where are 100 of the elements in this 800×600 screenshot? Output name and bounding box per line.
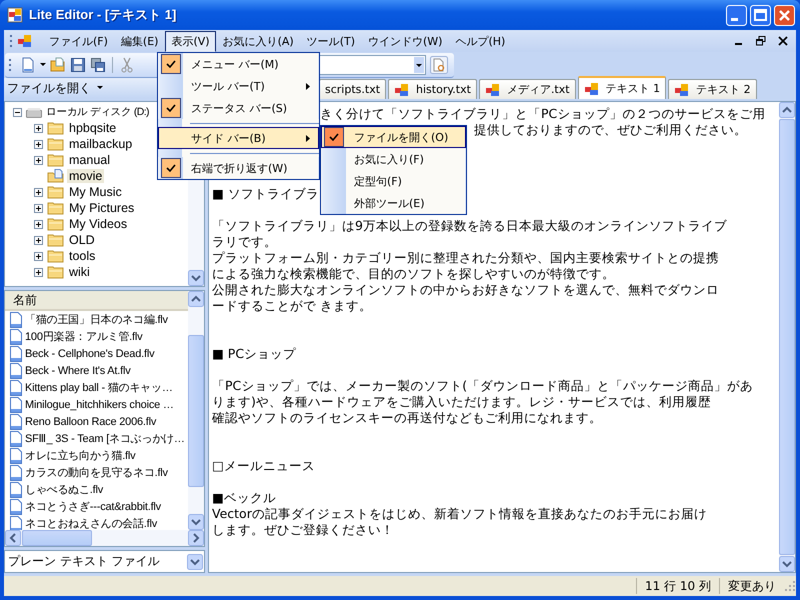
menu-item[interactable]: 表示(V) [165,30,216,52]
cursor-position: 11 行 10 列 [636,578,719,594]
restore-icon[interactable] [756,36,766,46]
maximize-button[interactable] [750,4,771,26]
folder-icon [47,137,65,151]
menu-option[interactable]: サイド バー(B) [158,127,319,149]
scroll-down-icon[interactable] [188,270,204,286]
document-tab[interactable]: scripts.txt [319,79,386,99]
menu-option[interactable]: メニュー バー(M) [158,53,319,75]
collapse-icon[interactable] [13,108,22,116]
file-name[interactable]: Reno Balloon Race 2006.flv [25,416,156,428]
file-name[interactable]: Minilogue_hitchhikers choice … [25,398,174,410]
menu-option[interactable]: ステータス バー(S) [158,97,319,119]
menu-item[interactable]: ツール(T) [300,30,361,52]
file-name[interactable]: ネコとうさぎ---cat&rabbit.flv [25,499,161,514]
new-document-icon[interactable] [20,56,36,72]
window-title: Lite Editor - [テキスト 1] [29,6,178,24]
text-line: ードすることがで きます。 [212,298,372,313]
scroll-up-icon[interactable] [779,102,795,118]
file-icon [9,328,23,344]
tree-item[interactable]: hpbqsite [67,121,118,135]
tree-item[interactable]: wiki [67,265,92,279]
menu-option[interactable]: ツール バー(T) [158,75,319,97]
scroll-thumb[interactable] [188,334,204,486]
file-name[interactable]: 100円楽器：アルミ管.flv [25,329,142,344]
tree-item[interactable]: ローカル ディスク (D:) [44,105,151,119]
folder-icon [47,185,65,199]
tree-item[interactable]: OLD [67,233,97,247]
expand-icon[interactable] [34,268,43,276]
text-line: □メールニュース [212,458,315,473]
text-line: 公開された膨大なオンラインソフトの中からお好きなソフトを選んで、無料でダウンロ [212,282,719,297]
file-name[interactable]: Kittens play ball - 猫のキャッ… [25,380,173,395]
resize-grip-icon[interactable] [784,580,796,592]
expand-icon[interactable] [34,188,43,196]
tree-item[interactable]: My Pictures [67,201,136,215]
file-name[interactable]: SFⅢ_ 3S - Team [ネコぶっかけ… [25,431,185,446]
search-icon[interactable] [430,56,448,74]
text-line: 「PCショップ」では、メーカー製のソフト(「ダウンロード商品」と「パッケージ商品」があ [212,378,754,393]
file-name[interactable]: Beck - Where It's At.flv [25,364,130,376]
document-icon[interactable] [17,33,33,49]
column-header[interactable]: 名前 [5,291,188,311]
scroll-thumb[interactable] [22,530,92,546]
expand-icon[interactable] [34,236,43,244]
save-icon[interactable] [70,56,86,72]
scroll-down-icon[interactable] [188,514,204,530]
menu-item[interactable]: お気に入り(A) [216,30,300,52]
tree-item[interactable]: movie [67,169,104,183]
menu-option[interactable]: 定型句(F) [321,170,466,192]
file-icon [9,498,23,514]
menu-item[interactable]: ファイル(F) [43,30,114,52]
tree-item[interactable]: My Videos [67,217,130,231]
tree-item[interactable]: My Music [67,185,124,199]
scrollbar[interactable] [188,291,204,530]
file-name[interactable]: しゃべるぬこ.flv [25,482,104,497]
document-tab[interactable]: history.txt [388,79,477,99]
scroll-left-icon[interactable] [5,530,21,546]
expand-icon[interactable] [34,252,43,260]
menu-item[interactable]: ヘルプ(H) [449,30,512,52]
expand-icon[interactable] [34,204,43,212]
expand-icon[interactable] [34,124,43,132]
scissors-icon[interactable] [119,56,135,72]
tree-item[interactable]: tools [67,249,98,263]
menu-option[interactable]: 外部ツール(E) [321,192,466,214]
scroll-up-icon[interactable] [188,291,204,307]
expand-icon[interactable] [34,140,43,148]
scroll-down-icon[interactable] [779,556,795,572]
file-name[interactable]: オレに立ち向かう猫.flv [25,448,136,463]
text-line: します。ぜひご登録ください！ [212,522,394,537]
file-name[interactable]: ネコとおねえさんの会話.flv [25,516,158,530]
file-name[interactable]: Beck - Cellphone's Dead.flv [25,348,154,360]
caret-icon [97,86,103,90]
menu-item[interactable]: ウインドウ(W) [362,30,448,52]
file-icon [9,362,23,378]
document-tab[interactable]: メディア.txt [478,79,576,99]
scrollbar[interactable] [5,530,204,546]
caret-icon[interactable] [40,62,46,66]
gripper-icon [9,58,12,72]
file-name[interactable]: カラスの動向を見守るネコ.flv [25,465,168,480]
scroll-right-icon[interactable] [188,530,204,546]
file-name[interactable]: 「猫の王国」日本のネコ編.flv [25,312,168,327]
folder-icon [47,233,65,247]
minimize-button[interactable] [726,4,747,26]
close-button[interactable] [774,4,795,26]
menu-option[interactable]: ファイルを開く(O) [321,126,466,148]
modified-status: 変更あり [719,578,784,594]
menu-item[interactable]: 編集(E) [114,30,164,52]
file-type-dropdown[interactable]: プレーン テキスト ファイル [4,550,205,573]
expand-icon[interactable] [34,156,43,164]
expand-icon[interactable] [34,220,43,228]
tree-item[interactable]: mailbackup [67,137,134,151]
save-all-icon[interactable] [90,56,106,72]
document-tab[interactable]: テキスト 2 [668,79,757,99]
menu-option[interactable]: お気に入り(F) [321,148,466,170]
close-icon[interactable] [778,36,788,46]
document-tab[interactable]: テキスト 1 [578,76,666,99]
file-icon [9,448,23,464]
tree-item[interactable]: manual [67,153,112,167]
menu-option[interactable]: 右端で折り返す(W) [158,157,319,179]
file-icon [9,380,23,396]
text-line: プラットフォーム別・カテゴリー別に整理された分類や、国内主要検索サイトとの提携 [212,250,719,265]
